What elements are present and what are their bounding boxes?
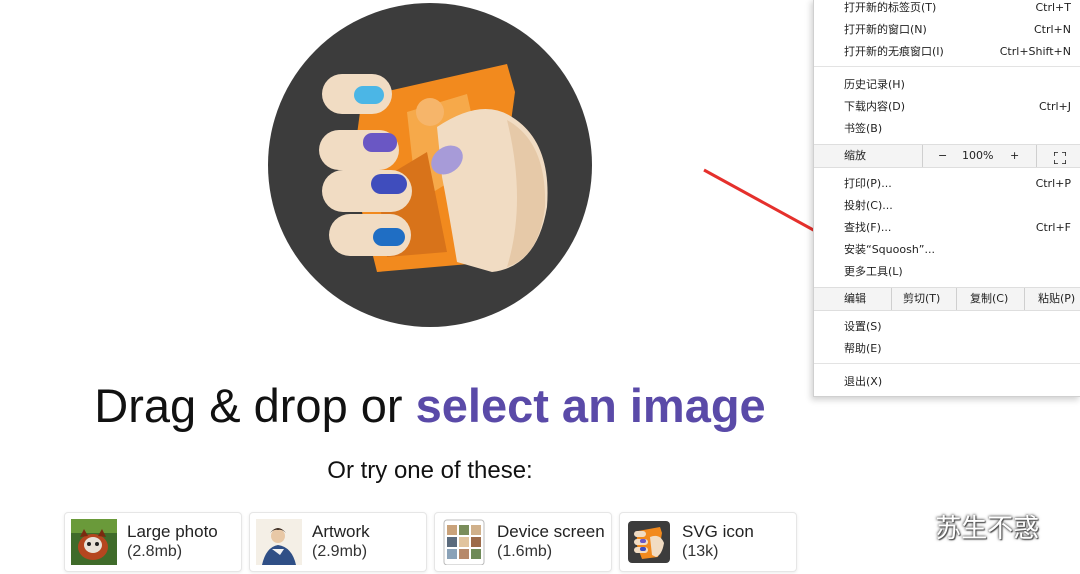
squoosh-logo-icon [626, 519, 672, 565]
copy-button[interactable]: 复制(C) [970, 288, 1008, 310]
artwork-painting-icon [256, 519, 302, 565]
sample-artwork-card[interactable]: Artwork (2.9mb) [249, 512, 427, 572]
menu-history[interactable]: 历史记录(H) [814, 75, 1080, 95]
cut-button[interactable]: 剪切(T) [903, 288, 940, 310]
zoom-in-button[interactable]: + [1010, 145, 1019, 167]
menu-help[interactable]: 帮助(E) [814, 339, 1080, 359]
sample-size: (1.6mb) [497, 543, 553, 560]
sample-title: Artwork [312, 522, 370, 541]
menu-downloads[interactable]: 下载内容(D) Ctrl+J [814, 97, 1080, 117]
sample-size: (13k) [682, 543, 719, 560]
sample-size: (2.8mb) [127, 543, 183, 560]
sample-size: (2.9mb) [312, 543, 368, 560]
menu-divider [1036, 145, 1037, 167]
menu-divider [956, 288, 957, 310]
menu-install-squoosh[interactable]: 安装“Squoosh”... [814, 240, 1080, 260]
sample-large-photo-card[interactable]: Large photo (2.8mb) [64, 512, 242, 572]
try-samples-subheading: Or try one of these: [327, 457, 533, 484]
sample-svg-icon-card[interactable]: SVG icon (13k) [619, 512, 797, 572]
menu-zoom-row: 缩放 − 100% + [814, 144, 1080, 168]
red-panda-photo-icon [71, 519, 117, 565]
menu-more-tools[interactable]: 更多工具(L) [814, 262, 1080, 282]
menu-exit[interactable]: 退出(X) [814, 372, 1080, 392]
sample-title: Large photo [127, 522, 218, 541]
fullscreen-icon[interactable] [1053, 150, 1067, 165]
menu-divider [814, 363, 1080, 364]
paste-button[interactable]: 粘贴(P) [1038, 288, 1075, 310]
menu-divider [891, 288, 892, 310]
menu-cast[interactable]: 投射(C)... [814, 196, 1080, 216]
menu-new-window[interactable]: 打开新的窗口(N) Ctrl+N [814, 20, 1080, 40]
zoom-level: 100% [962, 149, 994, 162]
zoom-label: 缩放 [844, 149, 866, 162]
squoosh-logo-illustration [268, 3, 592, 327]
menu-find[interactable]: 查找(F)... Ctrl+F [814, 218, 1080, 238]
sample-title: Device screen [497, 522, 605, 541]
watermark-text: 苏生不惑 [935, 514, 1040, 544]
menu-bookmarks[interactable]: 书签(B) [814, 119, 1080, 139]
drag-drop-headline: Drag & drop or select an image [0, 378, 860, 433]
edit-label: 编辑 [844, 292, 866, 305]
sample-title: SVG icon [682, 522, 754, 541]
menu-edit-row: 编辑 剪切(T) 复制(C) 粘贴(P) [814, 287, 1080, 311]
sample-device-screen-card[interactable]: Device screen (1.6mb) [434, 512, 612, 572]
headline-text: Drag & drop or [94, 379, 416, 432]
wechat-icon [894, 516, 926, 542]
menu-divider [922, 145, 923, 167]
menu-divider [1024, 288, 1025, 310]
browser-context-menu: 打开新的标签页(T) Ctrl+T 打开新的窗口(N) Ctrl+N 打开新的无… [813, 0, 1080, 397]
menu-new-tab[interactable]: 打开新的标签页(T) Ctrl+T [814, 0, 1080, 18]
menu-new-incognito-window[interactable]: 打开新的无痕窗口(I) Ctrl+Shift+N [814, 42, 1080, 62]
menu-divider [814, 66, 1080, 67]
wechat-watermark: 苏生不惑 [893, 508, 1039, 545]
zoom-out-button[interactable]: − [938, 145, 947, 167]
menu-print[interactable]: 打印(P)... Ctrl+P [814, 174, 1080, 194]
select-image-link[interactable]: select an image [416, 379, 766, 432]
menu-settings[interactable]: 设置(S) [814, 317, 1080, 337]
phone-screenshot-icon [441, 519, 487, 565]
